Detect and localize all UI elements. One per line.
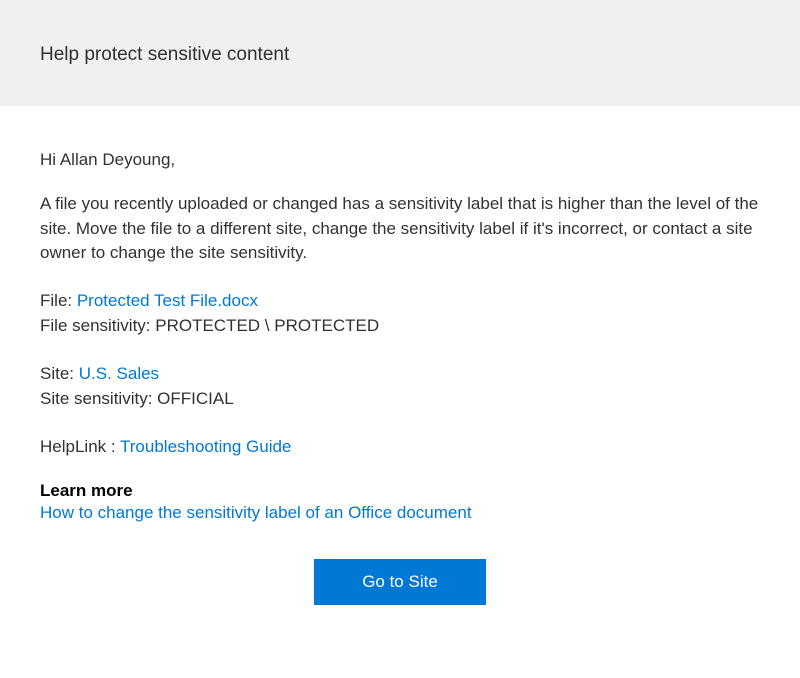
site-sensitivity-value: OFFICIAL bbox=[157, 389, 234, 408]
site-label: Site: bbox=[40, 364, 79, 383]
helplink-block: HelpLink : Troubleshooting Guide bbox=[40, 434, 760, 460]
go-to-site-button[interactable]: Go to Site bbox=[314, 559, 486, 605]
file-info-block: File: Protected Test File.docx File sens… bbox=[40, 288, 760, 339]
notification-content: Hi Allan Deyoung, A file you recently up… bbox=[0, 106, 800, 635]
page-title: Help protect sensitive content bbox=[40, 44, 760, 66]
file-line: File: Protected Test File.docx bbox=[40, 288, 760, 314]
site-link[interactable]: U.S. Sales bbox=[79, 364, 159, 383]
file-sensitivity-value: PROTECTED \ PROTECTED bbox=[155, 316, 379, 335]
site-info-block: Site: U.S. Sales Site sensitivity: OFFIC… bbox=[40, 361, 760, 412]
greeting-text: Hi Allan Deyoung, bbox=[40, 150, 760, 170]
site-sensitivity-label: Site sensitivity: bbox=[40, 389, 157, 408]
message-text: A file you recently uploaded or changed … bbox=[40, 192, 760, 266]
helplink-label: HelpLink : bbox=[40, 437, 120, 456]
notification-header: Help protect sensitive content bbox=[0, 0, 800, 106]
site-sensitivity-line: Site sensitivity: OFFICIAL bbox=[40, 386, 760, 412]
button-container: Go to Site bbox=[40, 559, 760, 605]
file-sensitivity-line: File sensitivity: PROTECTED \ PROTECTED bbox=[40, 313, 760, 339]
learn-more-title: Learn more bbox=[40, 481, 760, 501]
learn-more-block: Learn more How to change the sensitivity… bbox=[40, 481, 760, 523]
file-sensitivity-label: File sensitivity: bbox=[40, 316, 155, 335]
file-link[interactable]: Protected Test File.docx bbox=[77, 291, 258, 310]
helplink-link[interactable]: Troubleshooting Guide bbox=[120, 437, 291, 456]
file-label: File: bbox=[40, 291, 77, 310]
learn-more-link[interactable]: How to change the sensitivity label of a… bbox=[40, 503, 472, 523]
site-line: Site: U.S. Sales bbox=[40, 361, 760, 387]
